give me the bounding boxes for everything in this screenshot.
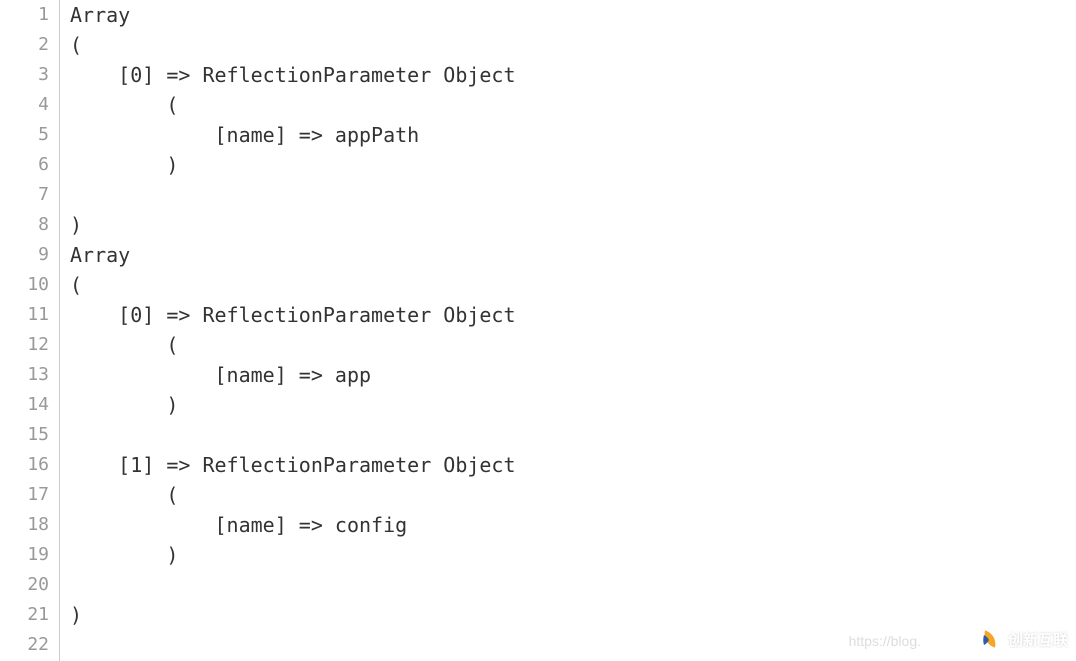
- code-line: ): [70, 210, 1076, 240]
- line-number-gutter: 1 2 3 4 5 6 7 8 9 10 11 12 13 14 15 16 1…: [0, 0, 60, 661]
- line-number: 3: [0, 60, 59, 90]
- brand-logo: 创新互联: [976, 625, 1068, 653]
- line-number: 16: [0, 450, 59, 480]
- code-line: ): [70, 600, 1076, 630]
- code-line: [70, 180, 1076, 210]
- code-line: [70, 630, 1076, 660]
- line-number: 15: [0, 420, 59, 450]
- code-line: (: [70, 330, 1076, 360]
- line-number: 19: [0, 540, 59, 570]
- logo-icon: [976, 625, 1004, 653]
- line-number: 12: [0, 330, 59, 360]
- code-area: Array ( [0] => ReflectionParameter Objec…: [60, 0, 1076, 661]
- line-number: 8: [0, 210, 59, 240]
- line-number: 22: [0, 630, 59, 660]
- code-line: [name] => config: [70, 510, 1076, 540]
- code-line: [1] => ReflectionParameter Object: [70, 450, 1076, 480]
- line-number: 9: [0, 240, 59, 270]
- code-line: [70, 420, 1076, 450]
- line-number: 11: [0, 300, 59, 330]
- line-number: 13: [0, 360, 59, 390]
- code-line: [name] => app: [70, 360, 1076, 390]
- line-number: 5: [0, 120, 59, 150]
- line-number: 18: [0, 510, 59, 540]
- line-number: 10: [0, 270, 59, 300]
- line-number: 7: [0, 180, 59, 210]
- code-line: [0] => ReflectionParameter Object: [70, 60, 1076, 90]
- code-line: ): [70, 150, 1076, 180]
- code-line: Array: [70, 240, 1076, 270]
- line-number: 21: [0, 600, 59, 630]
- code-line: ): [70, 540, 1076, 570]
- line-number: 1: [0, 0, 59, 30]
- line-number: 14: [0, 390, 59, 420]
- code-line: ): [70, 390, 1076, 420]
- code-line: [70, 570, 1076, 600]
- logo-text: 创新互联: [1008, 629, 1068, 650]
- code-container: 1 2 3 4 5 6 7 8 9 10 11 12 13 14 15 16 1…: [0, 0, 1076, 661]
- line-number: 2: [0, 30, 59, 60]
- line-number: 20: [0, 570, 59, 600]
- code-line: (: [70, 30, 1076, 60]
- line-number: 4: [0, 90, 59, 120]
- code-line: (: [70, 90, 1076, 120]
- code-line: Array: [70, 0, 1076, 30]
- line-number: 17: [0, 480, 59, 510]
- code-line: (: [70, 480, 1076, 510]
- code-line: [name] => appPath: [70, 120, 1076, 150]
- code-line: (: [70, 270, 1076, 300]
- line-number: 6: [0, 150, 59, 180]
- code-line: [0] => ReflectionParameter Object: [70, 300, 1076, 330]
- watermark-text: https://blog.: [849, 633, 921, 649]
